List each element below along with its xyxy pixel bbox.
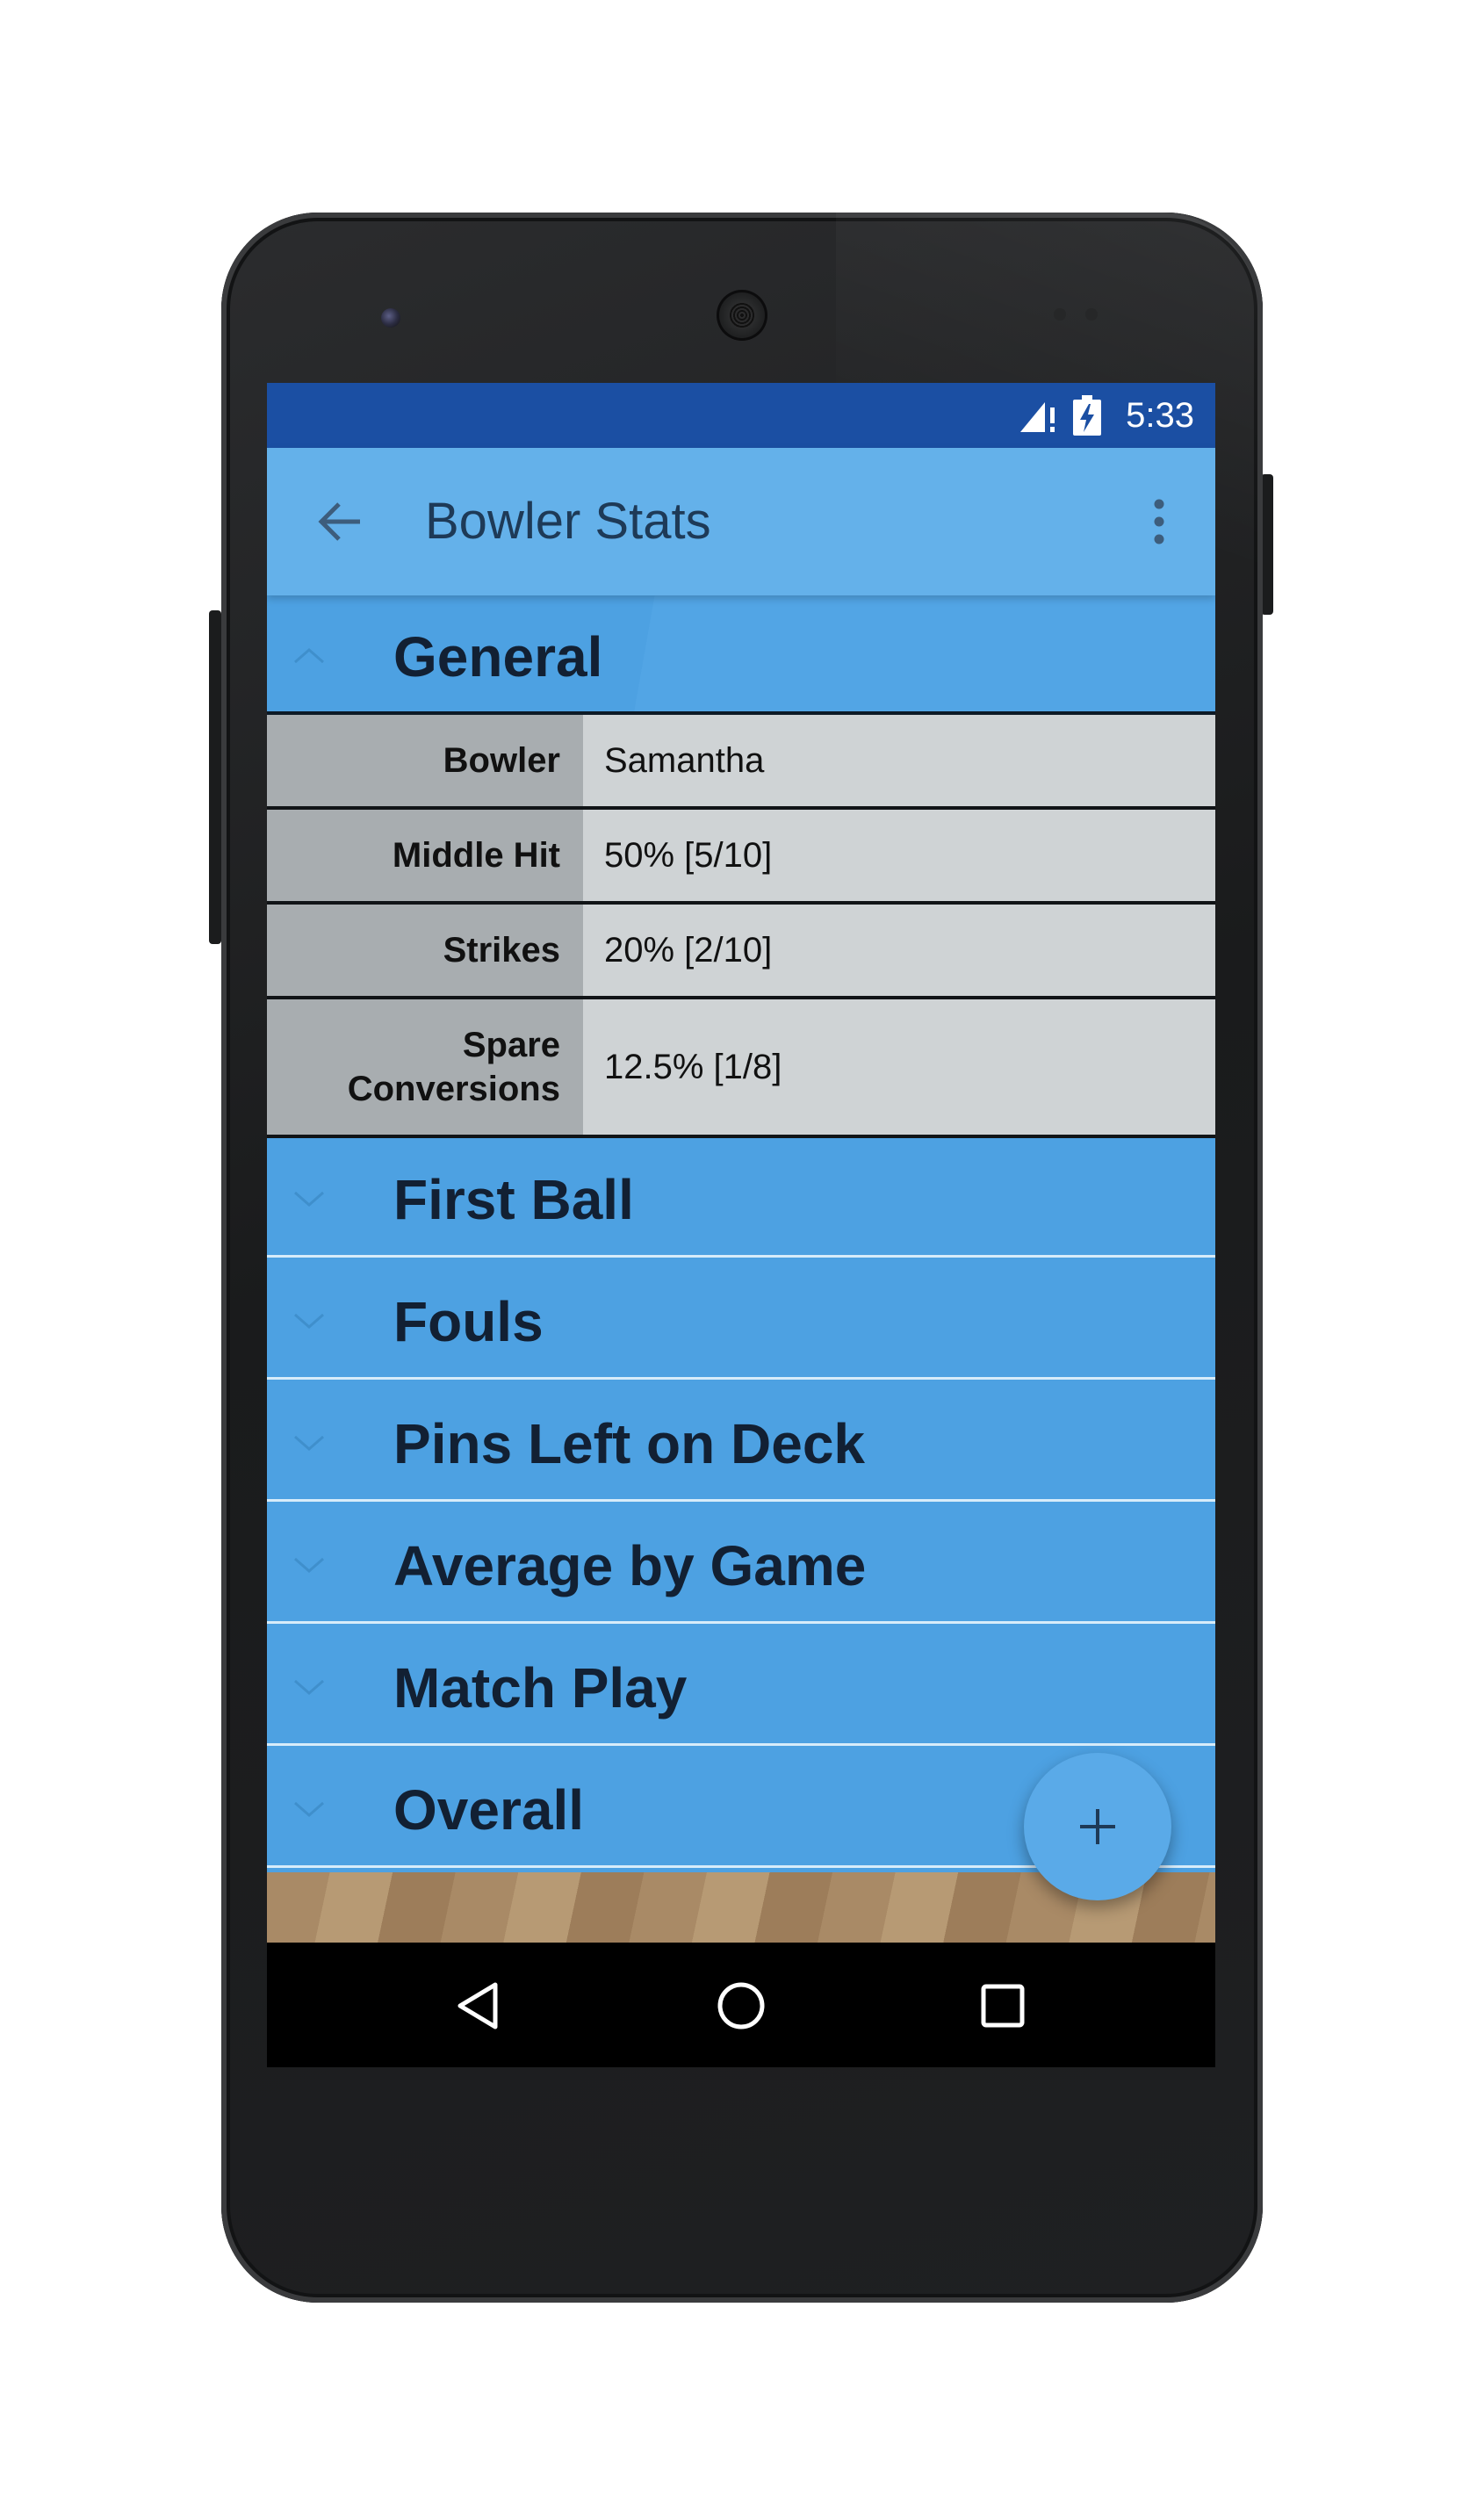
earpiece-speaker bbox=[717, 290, 767, 341]
light-sensor bbox=[1085, 308, 1098, 321]
chevron-down-icon bbox=[294, 1435, 324, 1451]
screen: 5:33 Bowler Stats General Bowler Samanth bbox=[267, 383, 1215, 2067]
chevron-up-icon bbox=[294, 648, 324, 664]
divider bbox=[267, 1377, 1215, 1380]
plus-icon bbox=[1080, 1809, 1115, 1844]
section-header-average-by-game[interactable]: Average by Game bbox=[267, 1504, 1215, 1624]
divider bbox=[267, 1743, 1215, 1746]
divider bbox=[267, 1255, 1215, 1258]
chevron-down-icon bbox=[294, 1679, 324, 1695]
overflow-menu-icon[interactable] bbox=[1152, 497, 1166, 546]
section-title: First Ball bbox=[393, 1168, 634, 1231]
stat-label: Spare Conversions bbox=[267, 999, 583, 1135]
stat-label: Bowler bbox=[267, 715, 583, 806]
section-title: Pins Left on Deck bbox=[393, 1412, 865, 1475]
navigation-bar bbox=[267, 1943, 1215, 2067]
stat-value: 50% [5/10] bbox=[583, 810, 1215, 901]
recents-square-icon[interactable] bbox=[980, 1983, 1026, 2029]
app-bar: Bowler Stats bbox=[267, 448, 1215, 595]
stat-value: 12.5% [1/8] bbox=[583, 999, 1215, 1135]
divider bbox=[267, 1621, 1215, 1624]
power-button bbox=[1261, 474, 1273, 615]
stat-row-spare-conversions: Spare Conversions 12.5% [1/8] bbox=[267, 999, 1215, 1138]
divider bbox=[267, 1499, 1215, 1502]
section-header-match-play[interactable]: Match Play bbox=[267, 1626, 1215, 1746]
back-arrow-icon[interactable] bbox=[316, 497, 365, 546]
status-time: 5:33 bbox=[1126, 396, 1194, 435]
stat-row-bowler: Bowler Samantha bbox=[267, 715, 1215, 810]
front-camera bbox=[381, 308, 400, 328]
stat-row-strikes: Strikes 20% [2/10] bbox=[267, 905, 1215, 999]
battery-charging-icon bbox=[1073, 395, 1101, 436]
add-fab-button[interactable] bbox=[1024, 1753, 1171, 1900]
section-title: Match Play bbox=[393, 1656, 688, 1720]
section-title: Overall bbox=[393, 1778, 585, 1842]
proximity-sensor bbox=[1054, 308, 1066, 321]
chevron-down-icon bbox=[294, 1191, 324, 1207]
page-title: Bowler Stats bbox=[425, 493, 711, 550]
stat-value: 20% [2/10] bbox=[583, 905, 1215, 996]
volume-button bbox=[209, 610, 221, 944]
section-title: General bbox=[393, 625, 603, 689]
chevron-down-icon bbox=[294, 1313, 324, 1329]
section-header-first-ball[interactable]: First Ball bbox=[267, 1138, 1215, 1258]
stat-row-middle-hit: Middle Hit 50% [5/10] bbox=[267, 810, 1215, 905]
section-title: Fouls bbox=[393, 1290, 544, 1353]
chevron-down-icon bbox=[294, 1557, 324, 1573]
status-bar: 5:33 bbox=[267, 383, 1215, 448]
home-circle-icon[interactable] bbox=[715, 1979, 767, 2032]
section-title: Average by Game bbox=[393, 1534, 867, 1597]
section-header-general[interactable]: General bbox=[267, 595, 1215, 715]
stats-list: General Bowler Samantha Middle Hit 50% [… bbox=[267, 595, 1215, 1950]
stat-label: Strikes bbox=[267, 905, 583, 996]
signal-icon bbox=[1020, 402, 1055, 432]
stat-value: Samantha bbox=[583, 715, 1215, 806]
section-header-pins-left-on-deck[interactable]: Pins Left on Deck bbox=[267, 1382, 1215, 1502]
chevron-down-icon bbox=[294, 1801, 324, 1817]
section-header-fouls[interactable]: Fouls bbox=[267, 1260, 1215, 1380]
back-triangle-icon[interactable] bbox=[453, 1979, 506, 2032]
stat-label: Middle Hit bbox=[267, 810, 583, 901]
